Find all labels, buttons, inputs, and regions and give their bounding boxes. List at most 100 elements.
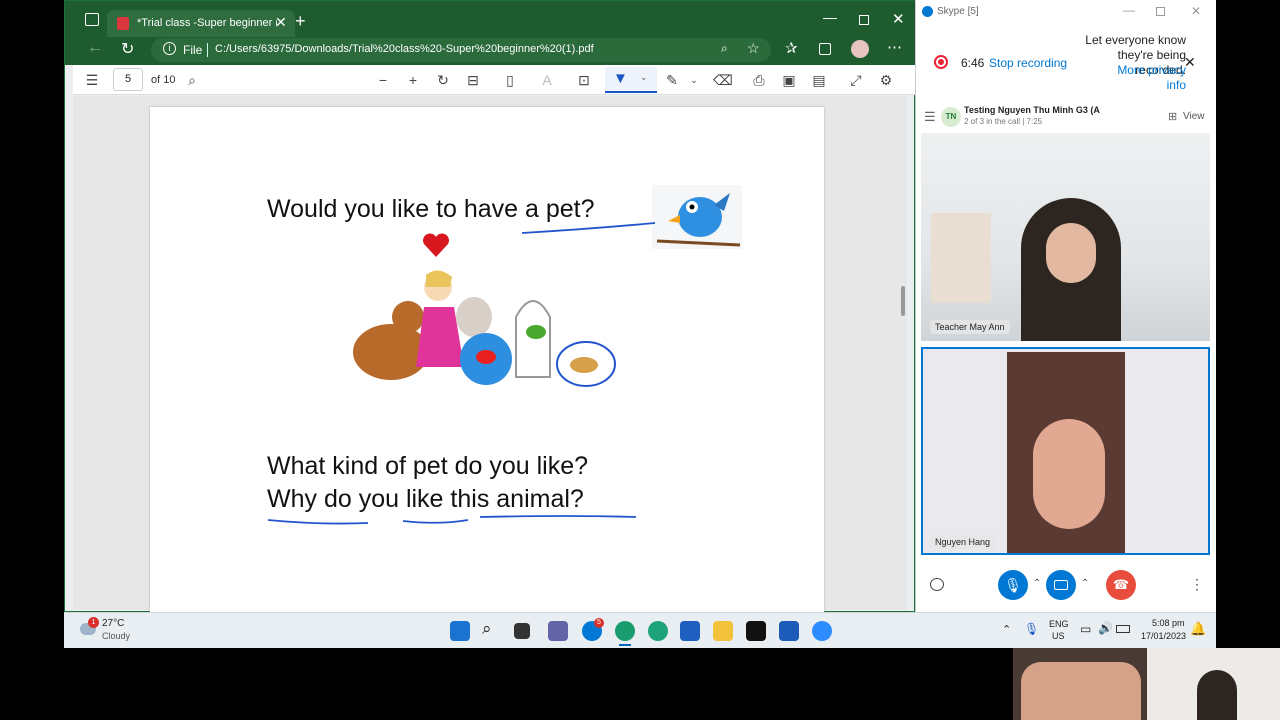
clock-time[interactable]: 5:08 pm	[1152, 618, 1185, 628]
hang-up-icon: ☎	[1112, 577, 1130, 592]
back-icon[interactable]: ←	[87, 39, 103, 57]
zoom-taskbar-icon[interactable]	[812, 621, 832, 641]
mic-button[interactable]: 🎙	[998, 570, 1028, 600]
word-taskbar-icon[interactable]	[779, 621, 799, 641]
browser-taskbar-icon[interactable]	[648, 621, 668, 641]
chevron-down-icon: ⌄	[640, 72, 648, 82]
student-face	[1033, 419, 1105, 529]
weather-badge: 1	[88, 617, 99, 628]
clock-date[interactable]: 17/01/2023	[1141, 631, 1186, 641]
skype-close-icon[interactable]: ✕	[1191, 4, 1201, 18]
tab-actions-icon[interactable]	[85, 13, 99, 26]
refresh-icon[interactable]: ↻	[121, 39, 134, 59]
page-number-input[interactable]: 5	[113, 68, 143, 91]
address-scheme: File	[183, 43, 203, 57]
grid-view-icon[interactable]: ⊞	[1168, 110, 1177, 123]
recording-icon	[934, 55, 948, 69]
tab-bar: *Trial class -Super beginner (1).p ✕ + —…	[65, 1, 916, 41]
video-tile-student[interactable]: Nguyen Hang	[921, 347, 1210, 555]
dismiss-banner-icon[interactable]: ✕	[1184, 54, 1196, 71]
camera-options-chevron-icon[interactable]: ⌃	[1081, 578, 1089, 589]
start-icon[interactable]	[450, 621, 470, 641]
notifications-icon[interactable]: 🔔	[1190, 621, 1206, 637]
privacy-info-link[interactable]: More privacy info	[1116, 63, 1186, 93]
chat-icon[interactable]	[930, 578, 944, 591]
new-tab-icon[interactable]: +	[295, 11, 306, 32]
collections-icon[interactable]	[819, 43, 831, 55]
contents-icon[interactable]: ☰	[83, 71, 101, 89]
address-url: C:/Users/63975/Downloads/Trial%20class%2…	[215, 43, 594, 55]
weather-condition: Cloudy	[102, 631, 131, 641]
store-taskbar-icon[interactable]	[680, 621, 700, 641]
skype-maximize-icon[interactable]	[1156, 7, 1165, 16]
teacher-camera-figure	[1197, 670, 1237, 720]
zoom-out-icon[interactable]: −	[374, 71, 392, 89]
view-button[interactable]: View	[1183, 111, 1205, 122]
save-as-icon[interactable]: ▤	[810, 71, 828, 89]
save-icon[interactable]: ▣	[780, 71, 798, 89]
text-box-icon[interactable]: ⊡	[575, 71, 593, 89]
hang-up-button[interactable]: ☎	[1106, 570, 1136, 600]
language-code[interactable]: ENG	[1049, 619, 1069, 629]
fit-page-icon[interactable]: ⊟	[464, 71, 482, 89]
minimize-icon[interactable]: —	[823, 9, 837, 25]
info-icon[interactable]: i	[163, 42, 176, 55]
participant-label-teacher: Teacher May Ann	[930, 320, 1010, 334]
zoom-in-icon[interactable]: +	[404, 71, 422, 89]
volume-icon[interactable]: 🔊	[1098, 621, 1113, 635]
call-title: Testing Nguyen Thu Minh G3 (A	[964, 105, 1100, 115]
stop-recording-link[interactable]: Stop recording	[989, 56, 1067, 70]
language-region[interactable]: US	[1052, 631, 1065, 641]
more-options-icon[interactable]: ⋮	[1190, 576, 1204, 593]
pdf-toolbar: ☰ 5 of 10 ⌕ − + ↻ ⊟ ▯ A ⊡ ▼ ⌄ ✎ ⌄ ⌫ ⎙ ▣ …	[73, 65, 915, 95]
network-icon[interactable]: ▭	[1080, 622, 1091, 636]
scrollbar[interactable]	[901, 286, 905, 316]
favorite-add-icon[interactable]: ☆	[747, 40, 760, 57]
task-view-icon[interactable]	[514, 623, 530, 639]
taskbar: 1 27°C Cloudy ⌕ 5 ⌃ 🎙 ENG US ▭ 🔊 5:08 pm…	[64, 612, 1216, 648]
close-window-icon[interactable]: ✕	[892, 10, 905, 28]
address-field[interactable]: i File C:/Users/63975/Downloads/Trial%20…	[151, 38, 771, 62]
temperature: 27°C	[102, 618, 125, 629]
highlight-options-icon[interactable]: ⌄	[685, 71, 703, 89]
mic-options-chevron-icon[interactable]: ⌃	[1033, 578, 1041, 589]
file-explorer-icon[interactable]	[713, 621, 733, 641]
teacher-face	[1046, 223, 1096, 283]
rotate-icon[interactable]: ↻	[434, 71, 452, 89]
video-tile-teacher[interactable]: Teacher May Ann	[921, 133, 1210, 341]
settings-gear-icon[interactable]: ⚙	[877, 71, 895, 89]
close-tab-icon[interactable]: ✕	[275, 14, 287, 31]
read-aloud-icon[interactable]: A	[538, 71, 556, 89]
maximize-icon[interactable]	[859, 15, 869, 25]
edge-active-indicator	[619, 644, 631, 646]
show-hidden-icons[interactable]: ⌃	[1002, 623, 1011, 636]
participant-label-student: Nguyen Hang	[930, 535, 996, 549]
teams-chat-icon[interactable]	[548, 621, 568, 641]
print-icon[interactable]: ⎙	[750, 71, 768, 89]
tab-pdf[interactable]: *Trial class -Super beginner (1).p ✕	[107, 10, 295, 37]
skype-title: Skype [5]	[937, 6, 979, 17]
call-avatar: TN	[941, 107, 961, 127]
erase-icon[interactable]: ⌫	[713, 71, 733, 89]
tab-title: *Trial class -Super beginner (1).p	[137, 17, 277, 29]
draw-tool-button[interactable]: ▼ ⌄	[605, 67, 657, 93]
fullscreen-icon[interactable]: ⤢	[847, 71, 865, 89]
favorites-icon[interactable]: ✰	[785, 39, 798, 57]
camera-button[interactable]	[1046, 570, 1076, 600]
self-camera-face	[1021, 662, 1141, 720]
profile-avatar[interactable]	[851, 40, 869, 58]
zoom-icon[interactable]: ⌕	[721, 41, 728, 56]
terminal-taskbar-icon[interactable]	[746, 621, 766, 641]
menu-icon[interactable]: ☰	[924, 109, 936, 125]
pdf-page: Would you like to have a pet? What kind …	[150, 107, 824, 612]
microphone-tray-icon[interactable]: 🎙	[1024, 622, 1039, 636]
page-view-icon[interactable]: ▯	[501, 71, 519, 89]
edge-taskbar-icon[interactable]	[615, 621, 635, 641]
search-taskbar-icon[interactable]: ⌕	[482, 619, 492, 639]
search-icon[interactable]: ⌕	[183, 71, 201, 89]
skype-minimize-icon[interactable]: —	[1123, 3, 1135, 17]
battery-icon[interactable]	[1116, 625, 1130, 633]
highlight-icon[interactable]: ✎	[663, 71, 681, 89]
more-icon[interactable]: ⋯	[887, 38, 902, 56]
mic-icon: 🎙	[1004, 577, 1022, 593]
